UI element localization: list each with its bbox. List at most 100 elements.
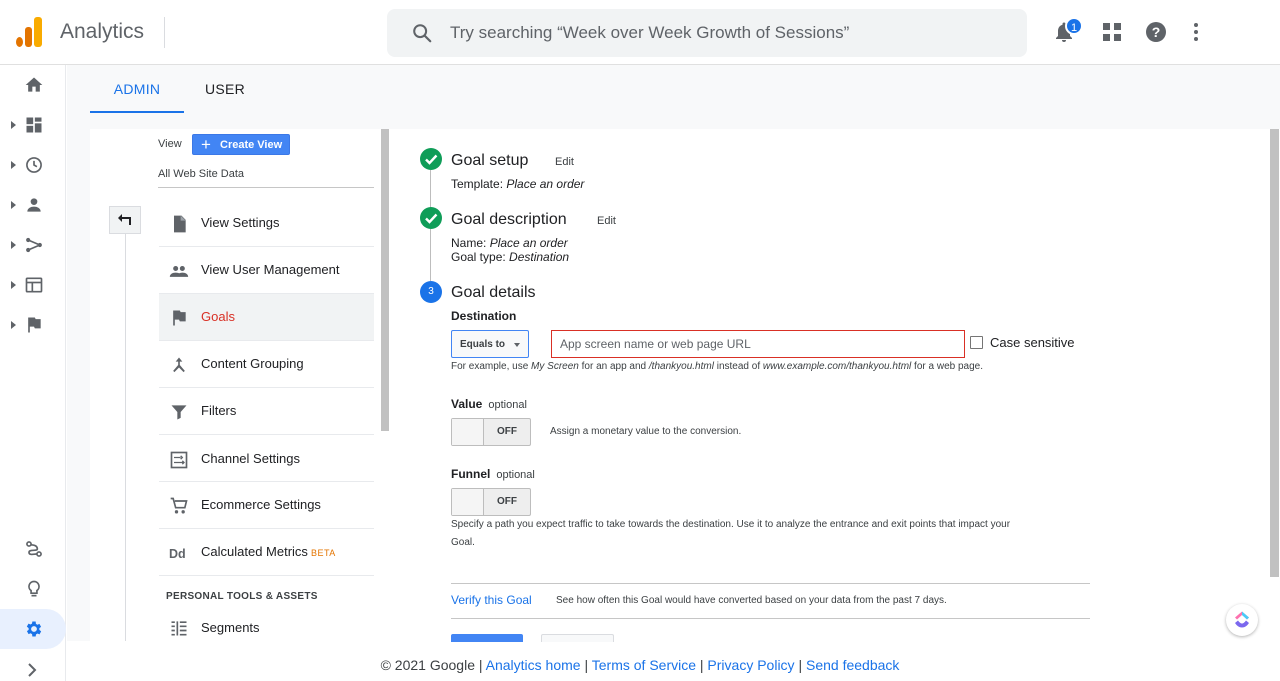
- nav-item-label: Calculated Metrics BETA: [201, 544, 336, 559]
- search-icon: [413, 24, 432, 43]
- terms-link[interactable]: Terms of Service: [592, 657, 696, 673]
- match-type-dropdown[interactable]: Equals to: [451, 330, 529, 358]
- hint-example: /thankyou.html: [648, 361, 714, 372]
- rail-discover[interactable]: [0, 569, 66, 609]
- more-vert-icon[interactable]: [1184, 20, 1208, 44]
- attribution-icon: [26, 541, 42, 557]
- clock-icon: [26, 157, 42, 173]
- caret-right-icon: [11, 281, 16, 289]
- rail-attribution[interactable]: [0, 529, 66, 569]
- rail-home[interactable]: [0, 65, 66, 105]
- footer-line: © 2021 Google | Analytics home | Terms o…: [0, 657, 1280, 673]
- goal-details-title: Goal details: [451, 284, 536, 301]
- nav-item-filters[interactable]: Filters: [159, 388, 374, 435]
- value-label-text: Value: [451, 397, 483, 411]
- send-feedback-link[interactable]: Send feedback: [806, 657, 899, 673]
- search-input[interactable]: [450, 21, 1010, 45]
- nav-item-label: Filters: [201, 403, 237, 418]
- dashboard-icon: [26, 117, 42, 133]
- top-bar: Analytics 1 ?: [0, 0, 1280, 65]
- nav-item-ecommerce-settings[interactable]: Ecommerce Settings: [159, 482, 374, 529]
- destination-input[interactable]: [551, 330, 965, 358]
- nav-item-user-management[interactable]: View User Management: [159, 247, 374, 294]
- nav-guide-line: [125, 234, 126, 641]
- toggle-knob: [452, 419, 484, 445]
- dropdown-arrow-icon: [514, 343, 520, 347]
- caret-right-icon: [11, 201, 16, 209]
- hint-example: www.example.com/thankyou.html: [762, 361, 912, 372]
- calculated-metrics-label: Calculated Metrics: [201, 544, 308, 559]
- save-button[interactable]: [451, 634, 523, 642]
- nav-item-calculated-metrics[interactable]: Dd Calculated Metrics BETA: [159, 529, 374, 576]
- copyright: © 2021 Google: [380, 657, 475, 673]
- merge-icon: [173, 357, 185, 373]
- clickup-extension-button[interactable]: [1226, 604, 1258, 636]
- back-button[interactable]: [109, 206, 141, 234]
- section-heading: PERSONAL TOOLS & ASSETS: [166, 591, 318, 602]
- view-label: View: [158, 138, 182, 150]
- plus-icon: +: [201, 135, 211, 154]
- analytics-logo[interactable]: [16, 17, 42, 47]
- apps-grid-icon[interactable]: [1100, 20, 1124, 44]
- view-selector[interactable]: All Web Site Data: [158, 168, 244, 180]
- nav-item-label: View User Management: [201, 262, 340, 277]
- step-connector: [430, 229, 431, 281]
- name-label: Name:: [451, 236, 487, 250]
- svg-text:?: ?: [1152, 24, 1161, 40]
- home-icon: [25, 77, 43, 92]
- nav-item-goals[interactable]: Goals: [159, 294, 374, 341]
- case-sensitive-checkbox[interactable]: [970, 336, 983, 349]
- nav-item-content-grouping[interactable]: Content Grouping: [159, 341, 374, 388]
- caret-right-icon: [11, 241, 16, 249]
- nav-scrollbar[interactable]: [381, 129, 389, 431]
- separator: |: [798, 657, 803, 673]
- search-bar[interactable]: [387, 9, 1027, 57]
- funnel-description-line1: Specify a path you expect traffic to tak…: [451, 519, 1011, 530]
- view-underline: [158, 187, 374, 188]
- svg-text:Dd: Dd: [169, 547, 186, 561]
- optional-label: optional: [488, 399, 527, 411]
- rail-acquisition[interactable]: [0, 225, 66, 265]
- toggle-knob: [452, 489, 484, 515]
- funnel-label-text: Funnel: [451, 467, 491, 481]
- nav-item-label: View Settings: [201, 215, 280, 230]
- rail-behavior[interactable]: [0, 265, 66, 305]
- goal-setup-edit-link[interactable]: Edit: [555, 156, 574, 168]
- title-divider: [164, 17, 165, 48]
- divider: [451, 618, 1090, 619]
- value-toggle[interactable]: OFF: [451, 418, 531, 446]
- create-view-button[interactable]: + Create View: [192, 134, 290, 155]
- tab-user[interactable]: USER: [196, 65, 254, 113]
- step-complete-icon: [420, 148, 442, 170]
- back-arrow-icon: [118, 214, 131, 225]
- notification-badge: 1: [1065, 17, 1083, 35]
- verify-goal-link[interactable]: Verify this Goal: [451, 593, 532, 607]
- nav-item-channel-settings[interactable]: Channel Settings: [159, 435, 374, 482]
- goal-name: Name: Place an order: [451, 236, 568, 250]
- nav-item-view-settings[interactable]: View Settings: [159, 200, 374, 247]
- separator: |: [478, 657, 483, 673]
- rail-customization[interactable]: [0, 105, 66, 145]
- privacy-link[interactable]: Privacy Policy: [707, 657, 794, 673]
- beta-badge: BETA: [310, 548, 336, 558]
- tab-admin[interactable]: ADMIN: [90, 65, 184, 113]
- destination-hint: For example, use My Screen for an app an…: [451, 358, 983, 376]
- divider: [451, 583, 1090, 584]
- goal-description-edit-link[interactable]: Edit: [597, 215, 616, 227]
- funnel-toggle[interactable]: OFF: [451, 488, 531, 516]
- main-scrollbar[interactable]: [1270, 129, 1279, 577]
- goal-template: Template: Place an order: [451, 177, 584, 191]
- analytics-home-link[interactable]: Analytics home: [486, 657, 581, 673]
- rail-conversions[interactable]: [0, 305, 66, 345]
- rail-admin[interactable]: [0, 609, 66, 649]
- cart-icon: [170, 497, 188, 514]
- rail-realtime[interactable]: [0, 145, 66, 185]
- footer: © 2021 Google | Analytics home | Terms o…: [0, 651, 1280, 681]
- dd-icon: Dd: [169, 547, 186, 561]
- cancel-button[interactable]: [541, 634, 614, 642]
- rail-audience[interactable]: [0, 185, 66, 225]
- flag-icon: [173, 310, 186, 326]
- destination-label: Destination: [451, 309, 517, 323]
- nav-item-segments[interactable]: Segments: [159, 605, 374, 641]
- help-icon[interactable]: ?: [1144, 20, 1168, 44]
